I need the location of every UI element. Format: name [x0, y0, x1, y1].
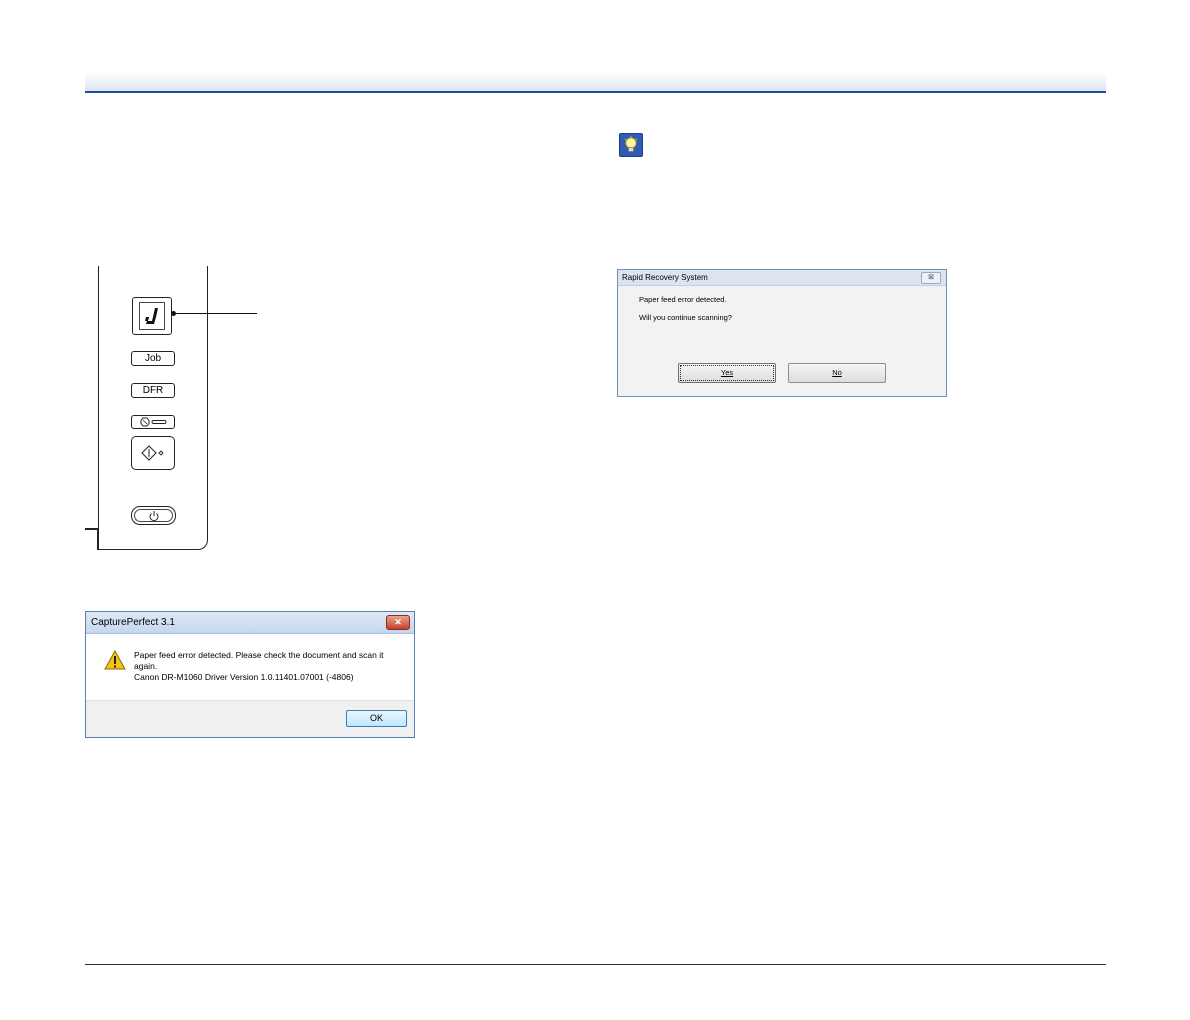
- message-line: Canon DR-M1060 Driver Version 1.0.11401.…: [134, 672, 354, 682]
- dialog-title: CapturePerfect 3.1: [91, 617, 175, 628]
- dialog-message: Paper feed error detected. Please check …: [134, 650, 404, 683]
- dfr-button[interactable]: DFR: [131, 383, 175, 398]
- page-footer-rule: [85, 964, 1106, 965]
- warning-icon: [104, 649, 126, 675]
- no-button[interactable]: No: [788, 363, 886, 383]
- panel-corner: [85, 528, 98, 550]
- message-line: Paper feed error detected.: [639, 295, 727, 304]
- job-button[interactable]: Job: [131, 351, 175, 366]
- power-button-inner: [134, 509, 173, 522]
- stop-icon: [140, 417, 167, 427]
- start-icon: [141, 445, 164, 461]
- error-digit-icon: [145, 308, 158, 324]
- power-button[interactable]: [131, 506, 176, 525]
- dialog-body: Paper feed error detected. Please check …: [86, 634, 414, 702]
- ok-button[interactable]: OK: [346, 710, 407, 727]
- page-header-rule: [85, 91, 1106, 93]
- yes-button[interactable]: Yes: [678, 363, 776, 383]
- dialog-footer: OK: [86, 700, 414, 737]
- power-icon: [149, 510, 158, 521]
- dfr-button-label: DFR: [142, 385, 164, 396]
- dialog-title: Rapid Recovery System: [622, 273, 708, 282]
- close-icon[interactable]: ⊠: [921, 272, 941, 284]
- job-button-label: Job: [144, 353, 162, 364]
- lightbulb-icon: [619, 133, 643, 157]
- display-segment: [139, 302, 165, 330]
- yes-button-label: Yes: [720, 368, 734, 377]
- start-button[interactable]: [131, 436, 175, 470]
- dialog-titlebar: Rapid Recovery System ⊠: [618, 270, 946, 286]
- message-line: Will you continue scanning?: [639, 313, 732, 322]
- no-button-label: No: [832, 368, 842, 377]
- page-header-band: [85, 72, 1106, 91]
- dialog-titlebar: CapturePerfect 3.1 ✕: [86, 612, 414, 634]
- close-icon[interactable]: ✕: [386, 615, 410, 630]
- callout-line: [176, 313, 257, 314]
- message-line: Paper feed error detected. Please check …: [134, 650, 384, 660]
- rapid-recovery-dialog: Rapid Recovery System ⊠ Paper feed error…: [617, 269, 947, 397]
- stop-button[interactable]: [131, 415, 175, 429]
- captureperfect-error-dialog: CapturePerfect 3.1 ✕ Paper feed error de…: [85, 611, 415, 738]
- message-line: again.: [134, 661, 158, 671]
- error-display: [132, 297, 172, 335]
